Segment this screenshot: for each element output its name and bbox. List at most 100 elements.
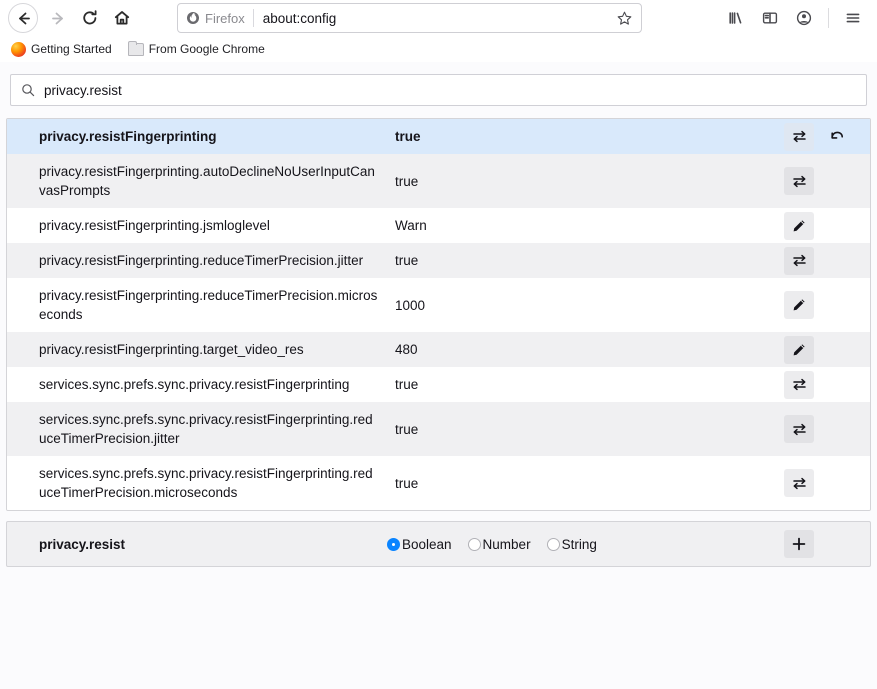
search-icon bbox=[21, 83, 35, 97]
pencil-icon bbox=[791, 218, 807, 234]
reset-button[interactable] bbox=[822, 123, 852, 151]
app-menu-button[interactable] bbox=[837, 2, 869, 34]
reload-button[interactable] bbox=[74, 2, 106, 34]
sidebar-button[interactable] bbox=[754, 2, 786, 34]
undo-icon bbox=[828, 128, 846, 146]
library-icon bbox=[727, 9, 745, 27]
search-row: privacy.resist bbox=[6, 74, 871, 118]
bookmark-getting-started[interactable]: Getting Started bbox=[6, 40, 117, 59]
radio-label: Boolean bbox=[402, 537, 452, 552]
table-row[interactable]: privacy.resistFingerprinting.jsmloglevel… bbox=[7, 208, 870, 243]
toggle-icon bbox=[791, 475, 808, 492]
row-actions bbox=[762, 247, 870, 275]
pref-name: privacy.resistFingerprinting.autoDecline… bbox=[7, 154, 387, 208]
pref-value: true bbox=[387, 466, 762, 501]
page-bottom-space bbox=[6, 567, 871, 647]
row-actions bbox=[762, 469, 870, 497]
row-actions bbox=[762, 291, 870, 319]
toggle-button[interactable] bbox=[784, 371, 814, 399]
toggle-icon bbox=[791, 128, 808, 145]
toggle-icon bbox=[791, 376, 808, 393]
edit-button[interactable] bbox=[784, 336, 814, 364]
table-row[interactable]: privacy.resistFingerprinting.autoDecline… bbox=[7, 154, 870, 208]
identity-label: Firefox bbox=[205, 11, 245, 26]
pref-name: services.sync.prefs.sync.privacy.resistF… bbox=[7, 456, 387, 510]
table-row[interactable]: privacy.resistFingerprinting.target_vide… bbox=[7, 332, 870, 367]
pref-value: true bbox=[387, 412, 762, 447]
forward-button[interactable] bbox=[42, 2, 74, 34]
bookmarks-toolbar: Getting Started From Google Chrome bbox=[0, 36, 877, 62]
radio-dot-icon[interactable] bbox=[468, 538, 481, 551]
identity-box: Firefox bbox=[186, 9, 254, 27]
menu-icon bbox=[844, 9, 862, 27]
radio-dot-icon[interactable] bbox=[547, 538, 560, 551]
table-row[interactable]: services.sync.prefs.sync.privacy.resistF… bbox=[7, 367, 870, 402]
radio-label: Number bbox=[483, 537, 531, 552]
url-input[interactable]: about:config bbox=[254, 11, 613, 26]
table-row[interactable]: privacy.resistFingerprinting.reduceTimer… bbox=[7, 243, 870, 278]
toggle-button[interactable] bbox=[784, 469, 814, 497]
pref-value: true bbox=[387, 119, 762, 154]
forward-arrow-icon bbox=[50, 10, 67, 27]
table-row[interactable]: services.sync.prefs.sync.privacy.resistF… bbox=[7, 402, 870, 456]
toggle-icon bbox=[791, 421, 808, 438]
account-button[interactable] bbox=[788, 2, 820, 34]
pref-value: 1000 bbox=[387, 288, 762, 323]
pencil-icon bbox=[791, 342, 807, 358]
radio-label: String bbox=[562, 537, 597, 552]
browser-chrome: Firefox about:config bbox=[0, 0, 877, 62]
table-row[interactable]: services.sync.prefs.sync.privacy.resistF… bbox=[7, 456, 870, 510]
pref-name: privacy.resistFingerprinting.jsmloglevel bbox=[7, 208, 387, 243]
radio-number[interactable]: Number bbox=[468, 537, 531, 552]
bookmark-label: Getting Started bbox=[31, 42, 112, 56]
pref-name: privacy.resistFingerprinting.reduceTimer… bbox=[7, 278, 387, 332]
preferences-table: privacy.resistFingerprinting true bbox=[6, 118, 871, 511]
toggle-button[interactable] bbox=[784, 415, 814, 443]
pref-name: privacy.resistFingerprinting.target_vide… bbox=[7, 332, 387, 367]
row-actions bbox=[762, 123, 870, 151]
toggle-button[interactable] bbox=[784, 247, 814, 275]
row-actions bbox=[762, 336, 870, 364]
library-button[interactable] bbox=[720, 2, 752, 34]
toggle-icon bbox=[791, 173, 808, 190]
pref-name: services.sync.prefs.sync.privacy.resistF… bbox=[7, 367, 387, 402]
add-preference-panel: privacy.resist Boolean Number String bbox=[6, 521, 871, 567]
radio-dot-icon[interactable] bbox=[387, 538, 400, 551]
toggle-icon bbox=[791, 252, 808, 269]
plus-icon bbox=[791, 536, 807, 552]
navigation-toolbar: Firefox about:config bbox=[0, 0, 877, 36]
folder-icon bbox=[128, 43, 144, 56]
reload-icon bbox=[81, 9, 99, 27]
pref-name: privacy.resistFingerprinting bbox=[7, 119, 387, 154]
firefox-logo-icon bbox=[186, 11, 200, 25]
bookmark-star-button[interactable] bbox=[613, 7, 635, 29]
pref-value: true bbox=[387, 164, 762, 199]
search-input[interactable]: privacy.resist bbox=[44, 83, 122, 98]
toolbar-right-group bbox=[720, 2, 869, 34]
toggle-button[interactable] bbox=[784, 123, 814, 151]
pref-name: services.sync.prefs.sync.privacy.resistF… bbox=[7, 402, 387, 456]
pref-value: true bbox=[387, 243, 762, 278]
star-icon bbox=[616, 10, 633, 27]
url-bar[interactable]: Firefox about:config bbox=[177, 3, 642, 33]
account-icon bbox=[795, 9, 813, 27]
back-button[interactable] bbox=[8, 3, 38, 33]
toggle-button[interactable] bbox=[784, 167, 814, 195]
edit-button[interactable] bbox=[784, 212, 814, 240]
row-actions bbox=[762, 415, 870, 443]
pref-value: 480 bbox=[387, 332, 762, 367]
add-button[interactable] bbox=[784, 530, 814, 558]
pencil-icon bbox=[791, 297, 807, 313]
row-actions bbox=[762, 371, 870, 399]
radio-string[interactable]: String bbox=[547, 537, 597, 552]
search-box[interactable]: privacy.resist bbox=[10, 74, 867, 106]
edit-button[interactable] bbox=[784, 291, 814, 319]
pref-name: privacy.resistFingerprinting.reduceTimer… bbox=[7, 243, 387, 278]
table-row[interactable]: privacy.resistFingerprinting.reduceTimer… bbox=[7, 278, 870, 332]
table-row[interactable]: privacy.resistFingerprinting true bbox=[7, 119, 870, 154]
toolbar-separator bbox=[828, 8, 829, 28]
pref-value: true bbox=[387, 367, 762, 402]
home-button[interactable] bbox=[106, 2, 138, 34]
bookmark-from-google-chrome[interactable]: From Google Chrome bbox=[123, 40, 270, 58]
radio-boolean[interactable]: Boolean bbox=[387, 537, 452, 552]
